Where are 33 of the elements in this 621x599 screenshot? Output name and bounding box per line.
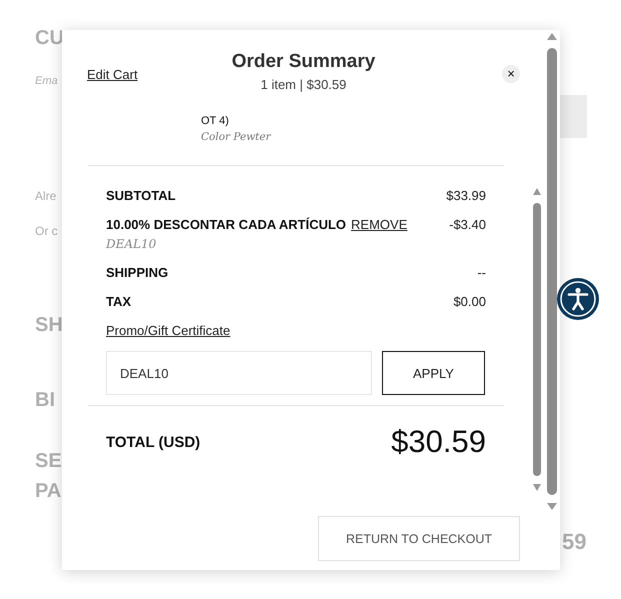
promo-link[interactable]: Promo/Gift Certificate (106, 323, 230, 339)
close-button[interactable]: × (502, 65, 520, 83)
background-text: PA (35, 479, 62, 504)
apply-button[interactable]: APPLY (382, 351, 485, 395)
background-text: CU (35, 26, 64, 51)
summary-amount: -- (477, 265, 486, 281)
dialog-title: Order Summary (232, 50, 376, 74)
background-text: SH (35, 313, 63, 338)
background-panel (560, 95, 587, 138)
summary-label: SUBTOTAL (106, 188, 176, 204)
background-text: Or c (35, 224, 58, 238)
background-text: BI (35, 388, 55, 413)
remove-link[interactable]: REMOVE (351, 217, 408, 232)
summary-amount: -$3.40 (449, 217, 486, 233)
summary-amount: $0.00 (453, 294, 486, 310)
accessibility-button[interactable] (557, 278, 599, 320)
discount-label: 10.00% DESCONTAR CADA ARTÍCULO (106, 217, 346, 233)
background-text: SE (35, 449, 62, 474)
edit-cart-link[interactable]: Edit Cart (87, 67, 138, 82)
summary-label: TAX (106, 294, 132, 310)
total-amount: $30.59 (391, 424, 486, 460)
total-label: TOTAL (USD) (106, 434, 200, 450)
return-to-checkout-button[interactable]: RETURN TO CHECKOUT (318, 516, 520, 561)
summary-label: SHIPPING (106, 265, 168, 281)
summary-amount: $33.99 (446, 188, 486, 204)
product-name: OT 4) (201, 114, 230, 129)
background-text: 59 (562, 529, 587, 555)
background-text: Alre (35, 189, 56, 203)
item-count: 1 item | $30.59 (260, 77, 346, 92)
background-text: Ema (35, 74, 58, 88)
coupon-code: DEAL10 (106, 236, 158, 252)
product-option: Color Pewter (201, 129, 504, 145)
promo-code-field[interactable]: DEAL10 (106, 351, 372, 395)
